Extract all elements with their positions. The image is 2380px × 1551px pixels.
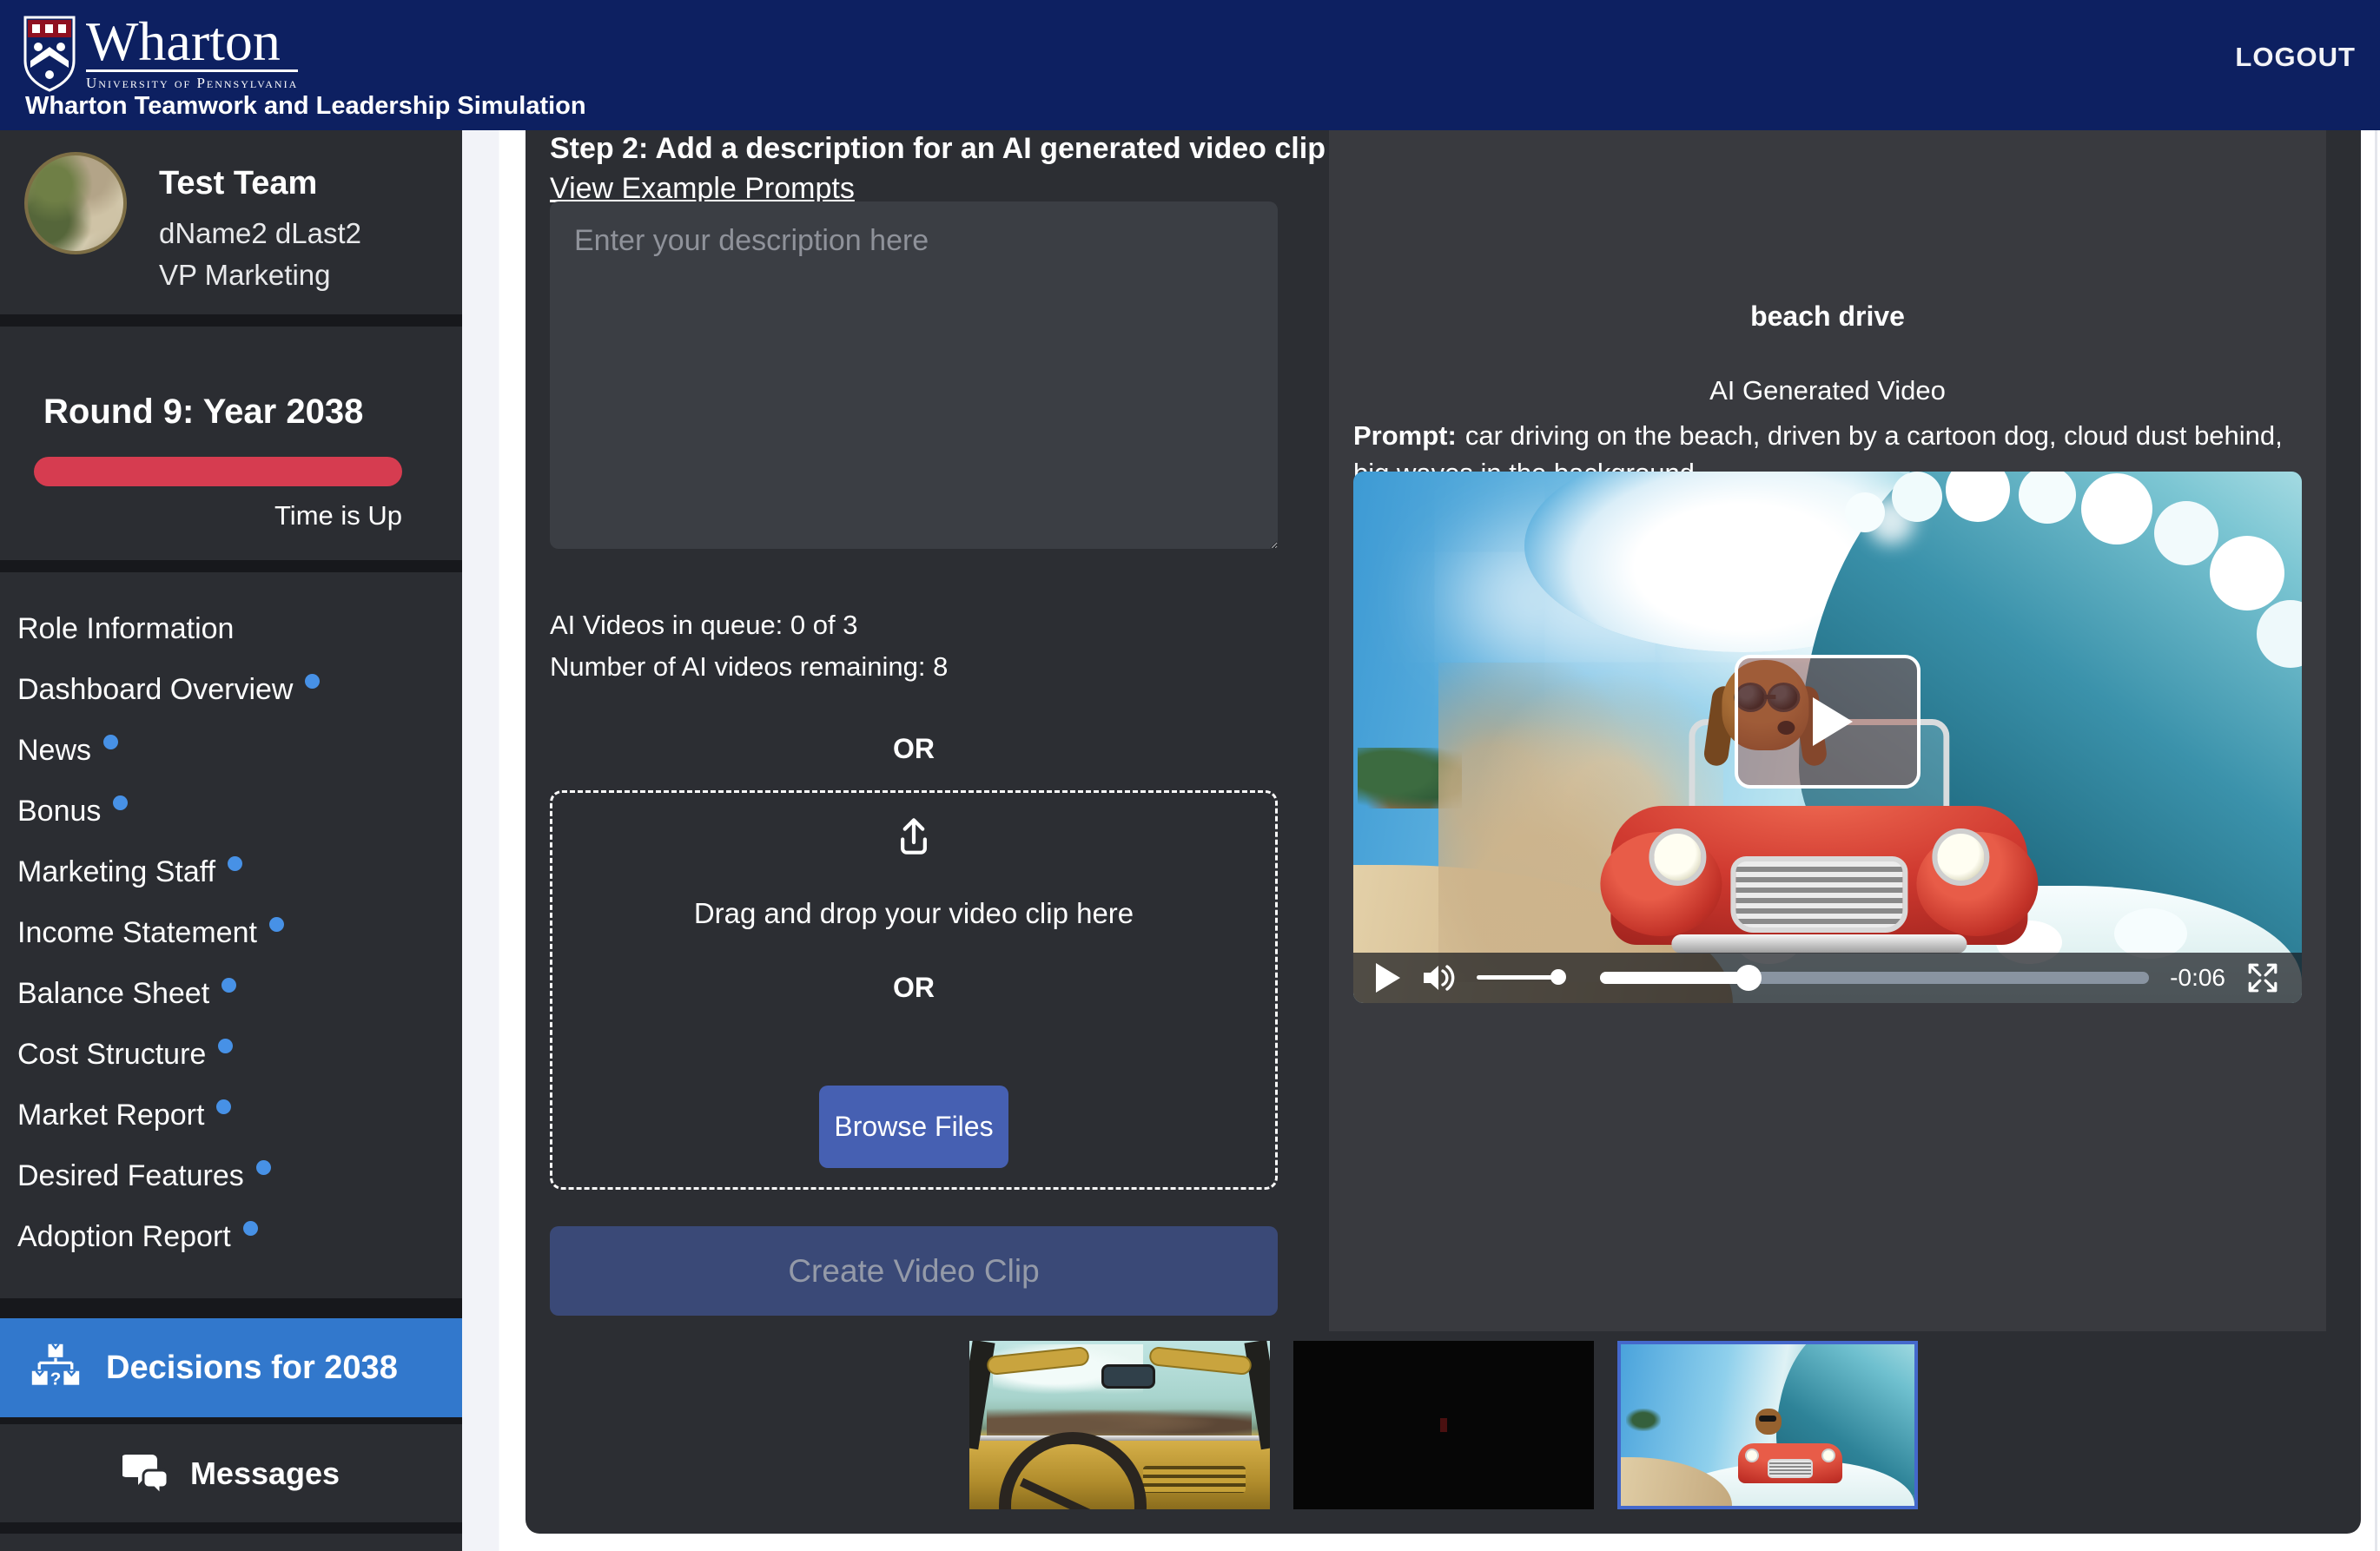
decisions-button[interactable]: ? Decisions for 2038 [0, 1318, 462, 1417]
progress-fill [1600, 972, 1749, 984]
sidebar-item-adoption-report[interactable]: Adoption Report [17, 1206, 462, 1267]
remaining-status: Number of AI videos remaining: 8 [550, 651, 948, 683]
volume-thumb[interactable] [1550, 969, 1566, 985]
sidebar-item-label: Cost Structure [17, 1038, 206, 1072]
messages-icon [122, 1451, 171, 1496]
notification-dot [243, 1221, 258, 1236]
sidebar-item-balance-sheet[interactable]: Balance Sheet [17, 963, 462, 1024]
sidebar-item-market-report[interactable]: Market Report [17, 1085, 462, 1145]
sidebar-item-label: Adoption Report [17, 1220, 231, 1254]
notification-dot [221, 978, 236, 993]
or-divider: OR [552, 972, 1275, 1004]
thumbnail-strip [526, 1341, 2361, 1509]
notification-dot [305, 674, 320, 689]
wharton-logo: Wharton University of Pennsylvania [23, 16, 298, 92]
create-video-clip-button[interactable]: Create Video Clip [550, 1226, 1278, 1316]
member-name: dName2 dLast2 [159, 217, 361, 250]
sidebar-item-role-information[interactable]: Role Information [17, 598, 462, 659]
video-title: beach drive [1329, 300, 2326, 333]
brand-tagline: University of Pennsylvania [86, 75, 298, 92]
video-controls: -0:06 [1353, 953, 2302, 1003]
sidebar-item-marketing-staff[interactable]: Marketing Staff [17, 842, 462, 902]
progress-bar[interactable] [1600, 971, 2149, 985]
sidebar-item-income-statement[interactable]: Income Statement [17, 902, 462, 963]
sidebar-item-bonus[interactable]: Bonus [17, 781, 462, 842]
sidebar-item-label: News [17, 734, 91, 768]
sidebar-item-label: Bonus [17, 795, 101, 828]
video-art-wave-foam [1845, 492, 1885, 532]
timer-status: Time is Up [34, 500, 402, 531]
thumbnail-beach-drive-selected[interactable] [1617, 1341, 1918, 1509]
sidebar-item-label: Market Report [17, 1099, 204, 1132]
messages-button[interactable]: Messages [0, 1424, 462, 1522]
upload-icon [889, 812, 938, 861]
sidebar-item-label: Dashboard Overview [17, 673, 293, 707]
notification-dot [228, 856, 242, 871]
fullscreen-icon[interactable] [2246, 961, 2279, 994]
play-button[interactable] [1376, 963, 1400, 993]
time-remaining: -0:06 [2170, 964, 2225, 992]
description-textarea[interactable] [550, 201, 1278, 549]
brand-wordmark: Wharton [86, 16, 298, 72]
svg-text:?: ? [50, 1370, 62, 1389]
thumbnail-black-frame[interactable] [1293, 1341, 1594, 1509]
queue-status: AI Videos in queue: 0 of 3 [550, 610, 857, 641]
sidebar-nav: Role Information Dashboard Overview News… [0, 572, 462, 1298]
video-player[interactable]: -0:06 [1353, 472, 2302, 1003]
video-subtitle: AI Generated Video [1329, 375, 2326, 406]
notification-dot [113, 795, 128, 810]
sidebar-item-label: Desired Features [17, 1159, 244, 1193]
notification-dot [269, 917, 284, 932]
sidebar: Test Team dName2 dLast2 VP Marketing Rou… [0, 130, 462, 1551]
page-scrollbar[interactable] [2375, 130, 2377, 1551]
team-avatar [24, 152, 127, 254]
round-progress-bar [34, 457, 402, 486]
member-role: VP Marketing [159, 259, 330, 292]
video-clip-form: Step 2: Add a description for an AI gene… [526, 130, 1329, 1534]
video-panel: beach drive AI Generated Video Prompt:ca… [1329, 130, 2326, 1331]
sidebar-item-label: Income Statement [17, 916, 257, 950]
header: Wharton University of Pennsylvania Whart… [0, 0, 2380, 130]
browse-files-button[interactable]: Browse Files [819, 1086, 1008, 1168]
round-timer-section: Round 9: Year 2038 Time is Up [0, 327, 462, 560]
volume-fill [1477, 975, 1558, 980]
progress-thumb[interactable] [1735, 965, 1762, 991]
or-divider: OR [550, 733, 1278, 765]
decisions-icon: ? [30, 1342, 82, 1394]
sidebar-item-label: Balance Sheet [17, 977, 209, 1011]
round-heading: Round 9: Year 2038 [43, 393, 363, 432]
volume-slider[interactable] [1477, 970, 1579, 986]
content-scrollbar-gutter[interactable] [462, 130, 526, 1551]
thumbnail-yellow-car-interior[interactable] [969, 1341, 1270, 1509]
sidebar-item-news[interactable]: News [17, 720, 462, 781]
step-heading: Step 2: Add a description for an AI gene… [550, 132, 1326, 166]
sidebar-item-cost-structure[interactable]: Cost Structure [17, 1024, 462, 1085]
logout-button[interactable]: LOGOUT [2235, 42, 2356, 73]
messages-label: Messages [190, 1455, 340, 1492]
dropzone-text: Drag and drop your video clip here [552, 897, 1275, 930]
sidebar-item-label: Marketing Staff [17, 855, 215, 889]
notification-dot [103, 735, 118, 749]
notification-dot [216, 1099, 231, 1114]
prompt-label: Prompt: [1353, 420, 1457, 451]
sidebar-item-label: Role Information [17, 612, 234, 646]
main-card: Step 2: Add a description for an AI gene… [526, 130, 2361, 1534]
sidebar-item-desired-features[interactable]: Desired Features [17, 1145, 462, 1206]
decisions-label: Decisions for 2038 [106, 1350, 398, 1387]
notification-dot [218, 1039, 233, 1053]
play-icon [1813, 697, 1853, 746]
team-name: Test Team [159, 165, 317, 202]
play-overlay-button[interactable] [1735, 655, 1921, 789]
sidebar-next-section [0, 1534, 462, 1551]
team-profile-section: Test Team dName2 dLast2 VP Marketing [0, 130, 462, 314]
app-title: Wharton Teamwork and Leadership Simulati… [25, 92, 586, 121]
volume-icon[interactable] [1421, 962, 1456, 993]
sidebar-item-dashboard-overview[interactable]: Dashboard Overview [17, 659, 462, 720]
upload-dropzone[interactable]: Drag and drop your video clip here OR Br… [550, 790, 1278, 1190]
notification-dot [256, 1160, 271, 1175]
penn-shield-icon [23, 16, 76, 92]
